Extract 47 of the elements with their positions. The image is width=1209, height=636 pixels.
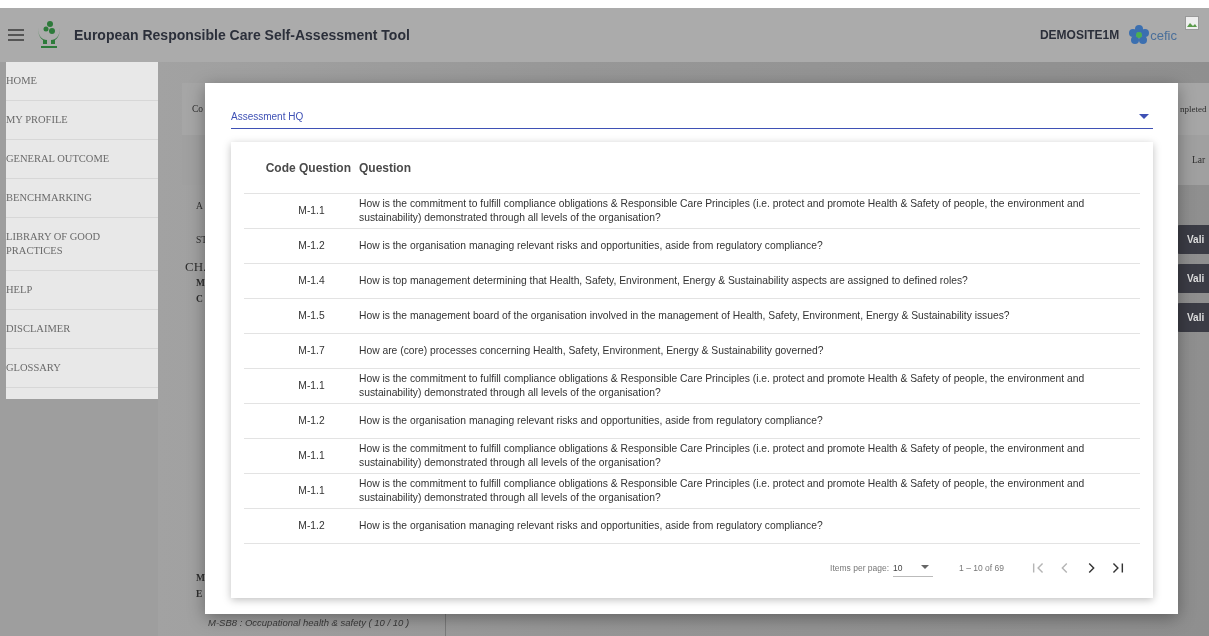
menu-icon[interactable] (8, 29, 24, 41)
flower-logo-icon (1129, 25, 1150, 45)
broken-image-icon (1185, 16, 1199, 30)
dropdown-caret-icon (921, 565, 930, 570)
question-cell: How is the organisation managing relevant risks and opportunities, aside from regulatory compliance? (359, 508, 1140, 544)
code-cell: M-1.4 (244, 263, 359, 299)
code-cell: M-1.1 (244, 438, 359, 474)
question-cell: How is top management determining that Health, Safety, Environment, Energy & Sustainability aspects are assigned to defined roles? (359, 263, 1140, 299)
chapter-heading: CH. (184, 259, 205, 275)
code-cell: M-1.2 (244, 403, 359, 439)
question-cell: How are (core) processes concerning Health, Safety, Environment, Energy & Sustainability governed? (359, 333, 1140, 369)
card-header-text: Co (192, 104, 204, 114)
page-range: 1 – 10 of 69 (959, 563, 1004, 573)
question-cell: How is the commitment to fulfill compliance obligations & Responsible Care Principles (i.e. protect and promote Health & Safety of people, the environment and sustainability) demonstrated through all levels of the organisation? (359, 193, 1140, 229)
column-header: Lar (1192, 155, 1206, 165)
hands-logo-icon (36, 20, 62, 50)
validate-button[interactable]: Vali (1176, 225, 1209, 254)
validate-button[interactable]: Vali (1176, 264, 1209, 293)
page-size-select[interactable]: 10 (893, 559, 934, 577)
code-cell: M-1.1 (244, 368, 359, 404)
partner-logo-text: cefic (1150, 27, 1177, 43)
assessment-select[interactable]: Assessment HQ (231, 105, 1153, 129)
code-cell: M-1.2 (244, 508, 359, 544)
code-cell: M-1.7 (244, 333, 359, 369)
column-header: Code Question (244, 142, 359, 194)
code-cell: M-1.1 (244, 473, 359, 509)
username: DEMOSITE1M (1039, 28, 1120, 42)
question-cell: How is the commitment to fulfill compliance obligations & Responsible Care Principles (i.e. protect and promote Health & Safety of people, the environment and sustainability) demonstrated through all levels of the organisation? (359, 473, 1140, 509)
question-cell: How is the commitment to fulfill compliance obligations & Responsible Care Principles (i.e. protect and promote Health & Safety of people, the environment and sustainability) demonstrated through all levels of the organisation? (359, 368, 1140, 404)
chapter-line: M (195, 277, 205, 290)
question-cell: How is the organisation managing relevant risks and opportunities, aside from regulatory compliance? (359, 403, 1140, 439)
question-cell: How is the commitment to fulfill compliance obligations & Responsible Care Principles (i.e. protect and promote Health & Safety of people, the environment and sustainability) demonstrated through all levels of the organisation? (359, 438, 1140, 474)
row-label: A (195, 201, 204, 211)
dropdown-caret-icon (1139, 113, 1149, 120)
items-per-page-label: Items per page: (830, 563, 890, 573)
card-header-text: npleted (1180, 104, 1207, 114)
code-cell: M-1.1 (244, 193, 359, 229)
app-title: European Responsible Care Self-Assessment Tool (74, 27, 411, 43)
validate-button[interactable]: Vali (1176, 303, 1209, 332)
column-header: Question (359, 142, 1140, 194)
chapter-line: C (195, 293, 204, 306)
section-line: M (195, 572, 205, 585)
question-cell: How is the organisation managing relevant risks and opportunities, aside from regulatory compliance? (359, 228, 1140, 264)
code-cell: M-1.5 (244, 298, 359, 334)
code-cell: M-1.2 (244, 228, 359, 264)
section-line: E (195, 588, 204, 601)
question-cell: How is the management board of the organisation involved in the management of Health, Safety, Environment, Energy & Sustainability issues? (359, 298, 1140, 334)
